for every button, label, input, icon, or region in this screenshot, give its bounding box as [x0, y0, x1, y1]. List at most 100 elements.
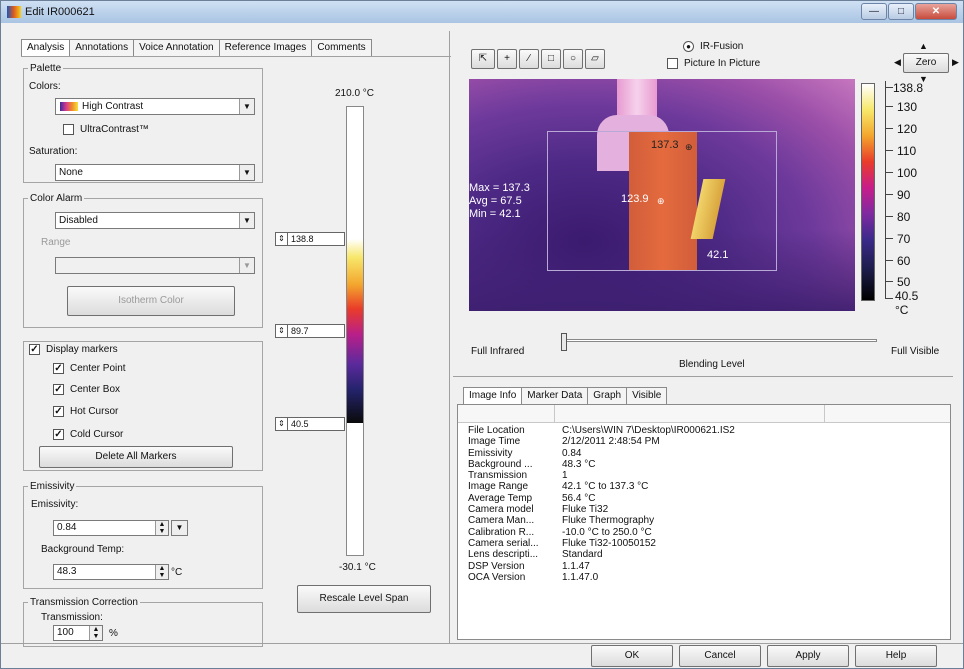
info-row: Transmission 1 [468, 470, 735, 481]
image-stats: Max = 137.3 Avg = 67.5 Min = 42.1 [469, 182, 530, 221]
info-key: Calibration R... [468, 526, 535, 538]
info-row: Image Range 42.1 °C to 137.3 °C [468, 481, 735, 492]
level-bottom-label: -30.1 °C [339, 562, 376, 573]
info-row: Emissivity 0.84 [468, 448, 735, 459]
rescale-level-span-button[interactable]: Rescale Level Span [297, 585, 431, 613]
background-temp-spinner[interactable]: 48.3 ▲ ▼ [53, 564, 169, 580]
center-point-icon: ⊕ [657, 196, 665, 206]
checkmark-icon: ✓ [29, 344, 40, 355]
thermal-neck [617, 79, 657, 119]
tab-image-info[interactable]: Image Info [463, 387, 523, 404]
picture-in-picture-checkbox[interactable]: Picture In Picture [667, 58, 760, 69]
scale-top-label: 138.8 [893, 81, 924, 95]
transmission-spinner[interactable]: 100 ▲ ▼ [53, 625, 103, 641]
level-high-marker[interactable]: ⇕ 138.8 [275, 232, 345, 246]
palette-swatch-icon [60, 102, 78, 111]
range-select[interactable]: ▼ [55, 257, 255, 274]
info-key: Image Time [468, 436, 521, 448]
arrow-left-icon[interactable]: ◀ [894, 57, 901, 68]
info-row: Image Time 2/12/2011 2:48:54 PM [468, 436, 735, 447]
arrows-icon: ⇕ [276, 325, 288, 337]
color-alarm-select[interactable]: Disabled ▼ [55, 212, 255, 229]
info-value: C:\Users\WIN 7\Desktop\IR000621.IS2 [562, 425, 735, 436]
tab-analysis[interactable]: Analysis [21, 39, 71, 56]
cold-cursor-checkbox[interactable]: ✓ Cold Cursor [53, 429, 123, 440]
arrows-icon: ⇕ [276, 233, 288, 245]
saturation-select-value: None [59, 167, 83, 178]
column-divider[interactable] [554, 405, 555, 423]
apply-button[interactable]: Apply [767, 645, 849, 667]
tab-graph[interactable]: Graph [587, 387, 628, 404]
display-markers-checkbox[interactable]: ✓ Display markers [29, 344, 118, 355]
cancel-button[interactable]: Cancel [679, 645, 761, 667]
pane-divider [449, 31, 450, 643]
colors-select[interactable]: High Contrast ▼ [55, 98, 255, 115]
select-tool-icon[interactable]: ⇱ [471, 49, 495, 69]
center-box-checkbox[interactable]: ✓ Center Box [53, 384, 120, 395]
ellipse-tool-icon[interactable]: ○ [563, 49, 583, 69]
tab-voice-annotation[interactable]: Voice Annotation [133, 39, 220, 56]
level-span-colorbar [347, 239, 363, 423]
minimize-button[interactable]: — [861, 3, 887, 20]
blending-slider-thumb[interactable] [561, 333, 567, 351]
checkmark-icon: ✓ [53, 429, 64, 440]
center-point-checkbox[interactable]: ✓ Center Point [53, 363, 126, 374]
tab-comments[interactable]: Comments [311, 39, 372, 56]
app-icon [7, 6, 21, 18]
emissivity-spinner[interactable]: 0.84 ▲ ▼ [53, 520, 169, 536]
spin-arrows-icon[interactable]: ▲ ▼ [89, 626, 102, 640]
polygon-tool-icon[interactable]: ▱ [585, 49, 605, 69]
info-value: 56.4 °C [562, 492, 596, 504]
scale-tick [885, 260, 893, 261]
scale-tick-label: 100 [897, 166, 918, 180]
emissivity-dropdown[interactable]: ▼ [171, 520, 188, 536]
hot-cursor-label: Hot Cursor [70, 406, 119, 417]
crosshair-tool-icon[interactable]: + [497, 49, 517, 69]
arrow-up-icon[interactable]: ▲ [919, 41, 928, 51]
maximize-button[interactable]: □ [888, 3, 914, 20]
ultracontrast-checkbox[interactable]: UltraContrast™ [63, 124, 149, 135]
spin-arrows-icon[interactable]: ▲ ▼ [155, 521, 168, 535]
blending-slider-track[interactable] [561, 339, 877, 342]
scale-tick-label: 110 [897, 144, 917, 158]
irfusion-radio[interactable]: ● IR-Fusion [683, 41, 743, 52]
info-value: 1.1.47.0 [562, 571, 599, 583]
range-label: Range [41, 237, 71, 248]
help-button[interactable]: Help [855, 645, 937, 667]
delete-all-markers-button[interactable]: Delete All Markers [39, 446, 233, 468]
tab-marker-data[interactable]: Marker Data [521, 387, 589, 404]
ok-button[interactable]: OK [591, 645, 673, 667]
arrow-right-icon[interactable]: ▶ [952, 57, 959, 68]
rectangle-tool-icon[interactable]: □ [541, 49, 561, 69]
level-mid-value: 89.7 [291, 326, 309, 336]
level-mid-marker[interactable]: ⇕ 89.7 [275, 324, 345, 338]
hot-cursor-checkbox[interactable]: ✓ Hot Cursor [53, 406, 118, 417]
isotherm-color-button[interactable]: Isotherm Color [67, 286, 235, 316]
scale-tick [885, 298, 893, 299]
checkmark-icon: ✓ [53, 384, 64, 395]
column-divider[interactable] [824, 405, 825, 423]
center-box-label: Center Box [70, 384, 121, 395]
tab-visible[interactable]: Visible [626, 387, 668, 404]
temperature-scale: 138.8 130 120 110 100 90 80 70 60 50 40.… [885, 81, 945, 317]
palette-legend: Palette [30, 63, 62, 74]
tab-annotations[interactable]: Annotations [69, 39, 135, 56]
chevron-down-icon: ▼ [172, 521, 187, 535]
irfusion-label: IR-Fusion [700, 41, 744, 52]
info-value: 48.3 °C [562, 458, 596, 470]
cold-cursor-label: 42.1 [707, 249, 729, 261]
close-button[interactable]: ✕ [915, 3, 957, 20]
thermal-image[interactable]: Max = 137.3 Avg = 67.5 Min = 42.1 137.3 … [469, 79, 855, 311]
emissivity-value: 0.84 [57, 522, 77, 533]
spin-arrows-icon[interactable]: ▲ ▼ [155, 565, 168, 579]
info-value: -10.0 °C to 250.0 °C [562, 526, 652, 538]
zero-button[interactable]: Zero [903, 53, 949, 73]
temperature-colorbar [861, 83, 875, 301]
level-low-marker[interactable]: ⇕ 40.5 [275, 417, 345, 431]
edit-dialog-window: Edit IR000621 — □ ✕ Analysis Annotations… [0, 0, 964, 669]
line-tool-icon[interactable]: ∕ [519, 49, 539, 69]
tab-reference-images[interactable]: Reference Images [218, 39, 313, 56]
scale-tick [885, 172, 893, 173]
saturation-select[interactable]: None ▼ [55, 164, 255, 181]
marker-toolbar: ⇱ + ∕ □ ○ ▱ [471, 49, 605, 69]
